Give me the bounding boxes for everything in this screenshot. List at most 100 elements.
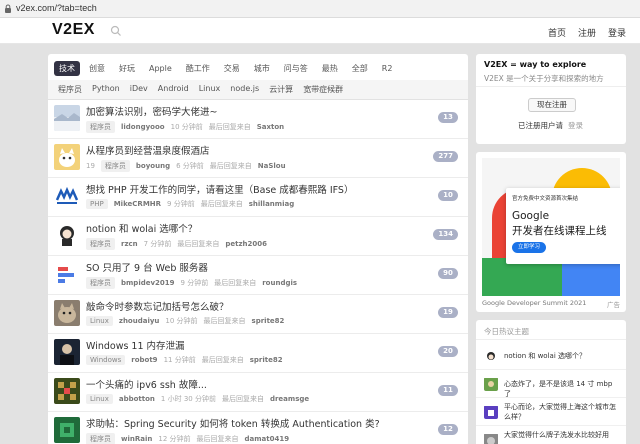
- avatar[interactable]: [54, 300, 80, 326]
- node-tag[interactable]: Linux: [86, 394, 113, 404]
- topic-row[interactable]: 求助帖：Spring Security 如何将 token 转换成 Authen…: [48, 412, 468, 444]
- hot-topic-title[interactable]: 平心而论，大家觉得上海这个城市怎么样？: [504, 402, 620, 422]
- tab-deals[interactable]: 交易: [219, 61, 245, 76]
- site-logo[interactable]: V2EX: [52, 21, 95, 39]
- topic-title[interactable]: SO 只用了 9 台 Web 服务器: [86, 260, 208, 274]
- avatar[interactable]: [484, 433, 498, 444]
- topic-author[interactable]: boyoung: [136, 162, 170, 170]
- last-reply-user[interactable]: shillanmiag: [249, 200, 294, 208]
- url-text[interactable]: v2ex.com/?tab=tech: [16, 3, 97, 13]
- avatar[interactable]: [484, 349, 498, 363]
- avatar[interactable]: [54, 339, 80, 365]
- node-tag[interactable]: Windows: [86, 355, 126, 365]
- reply-count[interactable]: 12: [438, 424, 458, 435]
- topic-author[interactable]: MikeCRMHR: [114, 200, 161, 208]
- reply-count[interactable]: 10: [438, 190, 458, 201]
- topic-author[interactable]: rzcn: [121, 240, 138, 248]
- topic-title[interactable]: 从程序员到经营温泉度假酒店: [86, 143, 210, 157]
- topic-row[interactable]: SO 只用了 9 台 Web 服务器 程序员 bmpidev2019 9 分钟前…: [48, 256, 468, 295]
- node-tag[interactable]: 程序员: [86, 277, 115, 289]
- hot-topic-title[interactable]: 心态炸了，是不是该退 14 寸 mbp 了: [504, 379, 620, 399]
- topic-row[interactable]: 一个头痛的 ipv6 ssh 故障... Linux abbotton 1 小时…: [48, 373, 468, 412]
- tab-hot[interactable]: 最热: [317, 61, 343, 76]
- reply-count[interactable]: 11: [438, 385, 458, 396]
- node-tag[interactable]: 程序员: [86, 121, 115, 133]
- hot-topic-item[interactable]: 平心而论，大家觉得上海这个城市怎么样？: [476, 398, 626, 426]
- topic-title[interactable]: 加密算法识别，密码学大佬进~: [86, 104, 217, 118]
- last-reply-user[interactable]: NaSlou: [258, 162, 286, 170]
- ad-caption[interactable]: Google Developer Summit 2021: [482, 299, 586, 307]
- tab-creative[interactable]: 创意: [84, 61, 110, 76]
- topic-row[interactable]: 敲命令时参数忘记加括号怎么破？ Linux zhoudaiyu 10 分钟前 最…: [48, 295, 468, 334]
- last-reply-user[interactable]: damat0419: [245, 435, 290, 443]
- ad-image[interactable]: 官方免费中文资源首次集结 Google 开发者在线课程上线 立即学习: [482, 158, 620, 296]
- nav-signup[interactable]: 注册: [578, 26, 596, 39]
- topic-title[interactable]: 求助帖：Spring Security 如何将 token 转换成 Authen…: [86, 416, 380, 430]
- avatar[interactable]: [54, 222, 80, 248]
- tab-apple[interactable]: Apple: [144, 62, 177, 75]
- subtab-cloud[interactable]: 云计算: [269, 84, 293, 95]
- tab-city[interactable]: 城市: [249, 61, 275, 76]
- hot-topic-title[interactable]: 大家觉得什么牌子洗发水比较好用: [504, 430, 620, 440]
- browser-address-bar[interactable]: v2ex.com/?tab=tech: [0, 0, 640, 18]
- topic-author[interactable]: lidongyooo: [121, 123, 165, 131]
- ad-box[interactable]: 官方免费中文资源首次集结 Google 开发者在线课程上线 立即学习 Googl…: [476, 152, 626, 312]
- topic-title[interactable]: 想找 PHP 开发工作的同学，请看这里（Base 成都春熙路 IFS）: [86, 182, 353, 196]
- subtab-python[interactable]: Python: [92, 84, 120, 95]
- node-tag[interactable]: PHP: [86, 199, 108, 209]
- topic-row[interactable]: 加密算法识别，密码学大佬进~ 程序员 lidongyooo 10 分钟前 最后回…: [48, 100, 468, 139]
- topic-author[interactable]: winRain: [121, 435, 152, 443]
- search-input[interactable]: [124, 24, 384, 38]
- avatar[interactable]: [54, 105, 80, 131]
- hot-topic-item[interactable]: notion 和 wolai 选哪个？: [476, 342, 626, 370]
- hot-topic-item[interactable]: 大家觉得什么牌子洗发水比较好用: [476, 426, 626, 444]
- subtab-broadband[interactable]: 宽带症候群: [303, 84, 343, 95]
- topic-author[interactable]: zhoudaiyu: [119, 317, 160, 325]
- topic-author[interactable]: bmpidev2019: [121, 279, 175, 287]
- subtab-idev[interactable]: iDev: [130, 84, 148, 95]
- topic-row[interactable]: 从程序员到经营温泉度假酒店 19 程序员 boyoung 6 分钟前 最后回复来…: [48, 139, 468, 178]
- node-tag[interactable]: 程序员: [86, 433, 115, 444]
- subtab-android[interactable]: Android: [158, 84, 189, 95]
- signup-button[interactable]: 现在注册: [528, 98, 576, 112]
- last-reply-user[interactable]: roundgis: [262, 279, 297, 287]
- avatar[interactable]: [484, 377, 498, 391]
- last-reply-user[interactable]: dreamsge: [270, 395, 309, 403]
- avatar[interactable]: [54, 417, 80, 443]
- avatar[interactable]: [54, 378, 80, 404]
- reply-count[interactable]: 134: [433, 229, 458, 240]
- subtab-linux[interactable]: Linux: [199, 84, 221, 95]
- topic-row[interactable]: Windows 11 内存泄漏 Windows robot9 11 分钟前 最后…: [48, 334, 468, 373]
- node-tag[interactable]: 程序员: [86, 238, 115, 250]
- nav-login[interactable]: 登录: [608, 26, 626, 39]
- tab-play[interactable]: 好玩: [114, 61, 140, 76]
- tab-r2[interactable]: R2: [377, 62, 398, 75]
- topic-title[interactable]: Windows 11 内存泄漏: [86, 338, 185, 352]
- last-reply-user[interactable]: sprite82: [252, 317, 285, 325]
- reply-count[interactable]: 13: [438, 112, 458, 123]
- login-link[interactable]: 登录: [568, 121, 583, 130]
- node-tag[interactable]: 程序员: [100, 160, 130, 172]
- reply-count[interactable]: 20: [438, 346, 458, 357]
- reply-count[interactable]: 19: [438, 307, 458, 318]
- last-reply-user[interactable]: Saxton: [257, 123, 284, 131]
- tab-tech[interactable]: 技术: [54, 60, 80, 76]
- reply-count[interactable]: 277: [433, 151, 458, 162]
- topic-title[interactable]: 一个头痛的 ipv6 ssh 故障...: [86, 377, 207, 391]
- tab-jobs[interactable]: 酷工作: [181, 61, 215, 76]
- topic-title[interactable]: notion 和 wolai 选哪个？: [86, 221, 197, 235]
- ad-learn-button[interactable]: 立即学习: [512, 242, 547, 253]
- last-reply-user[interactable]: petzh2006: [225, 240, 267, 248]
- subtab-programmer[interactable]: 程序员: [58, 84, 82, 95]
- node-tag[interactable]: Linux: [86, 316, 113, 326]
- topic-author[interactable]: abbotton: [119, 395, 155, 403]
- hot-topic-item[interactable]: 心态炸了，是不是该退 14 寸 mbp 了: [476, 370, 626, 398]
- last-reply-user[interactable]: sprite82: [250, 356, 283, 364]
- topic-author[interactable]: robot9: [131, 356, 157, 364]
- hot-topic-title[interactable]: notion 和 wolai 选哪个？: [504, 351, 620, 361]
- avatar[interactable]: [54, 261, 80, 287]
- topic-row[interactable]: notion 和 wolai 选哪个？ 程序员 rzcn 7 分钟前 最后回复来…: [48, 217, 468, 256]
- topic-title[interactable]: 敲命令时参数忘记加括号怎么破？: [86, 299, 229, 313]
- avatar[interactable]: [54, 183, 80, 209]
- reply-count[interactable]: 90: [438, 268, 458, 279]
